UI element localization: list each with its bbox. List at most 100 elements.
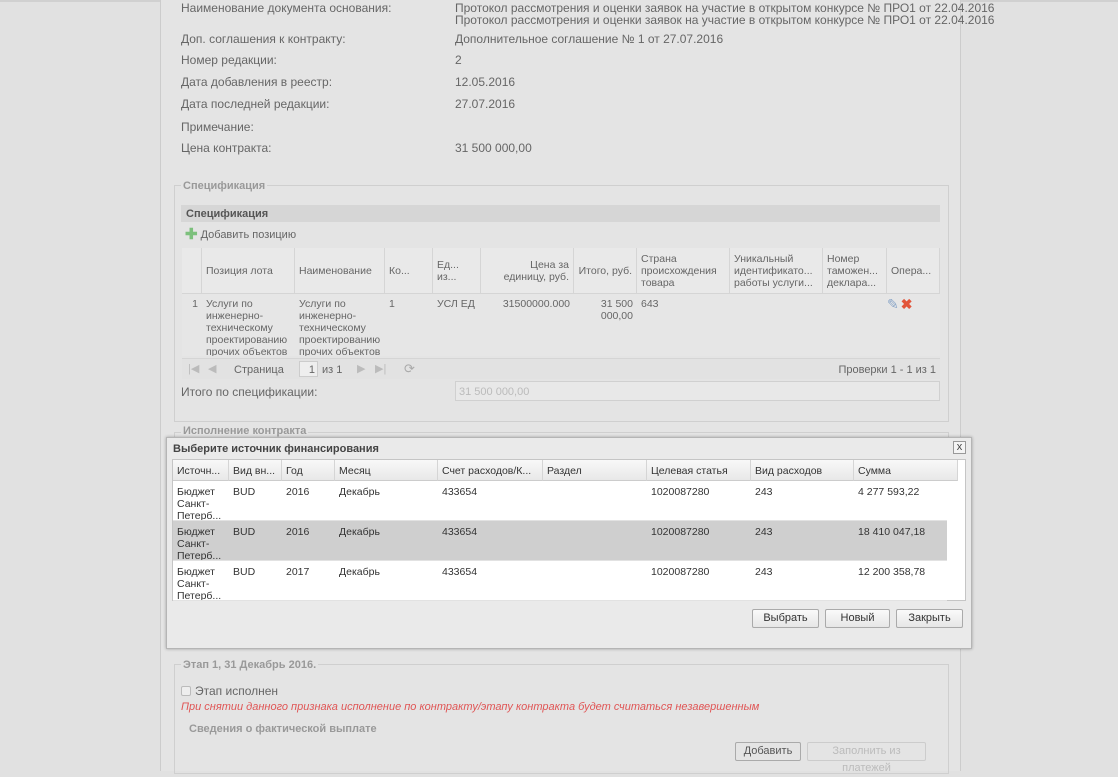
checkbox-label: Этап исполнен	[195, 684, 279, 698]
column-header[interactable]: Год	[282, 460, 335, 481]
funding-cell: 12 200 358,78	[858, 566, 926, 578]
refresh-icon[interactable]: ⟳	[404, 361, 415, 377]
funding-cell: 433654	[442, 526, 478, 538]
column-header[interactable]: Вид расходов	[751, 460, 854, 481]
spec-cell: 31500000.000	[502, 298, 570, 310]
column-header-label: Уникальный идентификато... работы услуги…	[734, 252, 813, 289]
column-header-label: Цена за единицу, руб.	[503, 258, 569, 283]
funding-cell: 243	[755, 526, 773, 538]
column-header[interactable]: Ко...	[385, 248, 433, 294]
spec-cell: 31 500 000,00	[600, 298, 633, 322]
detail-label: Примечание:	[181, 120, 254, 134]
spec-cell: УСЛ ЕД	[437, 298, 475, 310]
detail-value: Протокол рассмотрения и оценки заявок на…	[455, 13, 995, 27]
funding-cell: Бюджет Санкт-Петерб...	[177, 526, 222, 560]
add-position-button[interactable]: ✚ Добавить позицию	[185, 227, 297, 242]
select-button[interactable]: Выбрать	[752, 609, 819, 628]
next-page-icon[interactable]: ▶	[357, 362, 365, 375]
funding-cell	[543, 486, 647, 520]
dialog-title: Выберите источник финансирования	[173, 443, 379, 455]
detail-value: 31 500 000,00	[455, 141, 532, 155]
detail-value: 27.07.2016	[455, 97, 516, 111]
delete-icon[interactable]: ✖	[901, 296, 913, 312]
column-header[interactable]: Раздел	[543, 460, 647, 481]
detail-label: Наименование документа основания:	[181, 1, 392, 15]
spec-total-field: 31 500 000,00	[455, 381, 940, 401]
funding-cell: 18 410 047,18	[858, 526, 926, 538]
funding-cell: BUD	[233, 566, 256, 578]
row-actions: ✎ ✖	[887, 296, 912, 313]
spec-total-label: Итого по спецификации:	[181, 385, 318, 399]
funding-cell: BUD	[233, 526, 256, 538]
funding-cell: BUD	[233, 486, 256, 498]
funding-cell: 433654	[442, 566, 478, 578]
funding-cell	[543, 566, 647, 600]
column-header[interactable]: Целевая статья	[647, 460, 751, 481]
column-header[interactable]: Цена за единицу, руб.	[481, 248, 574, 294]
detail-label: Цена контракта:	[181, 141, 272, 155]
spec-cell	[730, 298, 823, 356]
funding-row[interactable]: Бюджет Санкт-Петерб... BUD 2017 Декабрь 4336…	[173, 561, 947, 601]
pager-summary: Проверки 1 - 1 из 1	[838, 364, 936, 376]
funding-grid: Источн... Вид вн... Год Месяц Счет расходов/…	[172, 459, 966, 601]
funding-cell: 243	[755, 566, 773, 578]
funding-cell: Декабрь	[339, 566, 380, 578]
page-label: Страница	[234, 364, 284, 376]
funding-row[interactable]: Бюджет Санкт-Петерб... BUD 2016 Декабрь 4336…	[173, 521, 947, 561]
detail-label: Номер редакции:	[181, 53, 277, 67]
column-header-label: Опера...	[891, 264, 932, 277]
column-header[interactable]: Вид вн...	[229, 460, 282, 481]
spec-cell: 1	[389, 298, 395, 310]
column-header[interactable]: Счет расходов/К...	[438, 460, 543, 481]
funding-cell: 1020087280	[651, 486, 710, 498]
column-header[interactable]: Наименование	[295, 248, 385, 294]
funding-cell: 2016	[286, 486, 310, 498]
column-header-label: Страна происхождения товара	[641, 252, 717, 289]
column-header[interactable]: Опера...	[887, 248, 940, 294]
funding-cell: 2016	[286, 526, 310, 538]
funding-cell: 243	[755, 486, 773, 498]
close-button[interactable]: Закрыть	[896, 609, 963, 628]
detail-label: Доп. соглашения к контракту:	[181, 32, 346, 46]
page-input[interactable]: 1	[299, 361, 318, 377]
detail-label: Дата добавления в реестр:	[181, 75, 333, 89]
new-button[interactable]: Новый	[825, 609, 890, 628]
payments-title: Сведения о фактической выплате	[189, 723, 377, 735]
stage-legend: Этап 1, 31 Декабрь 2016.	[181, 659, 319, 671]
spec-cell: Услуги по инженерно-техническому проекти…	[299, 298, 381, 356]
column-header[interactable]: Ед... из...	[433, 248, 481, 294]
column-header[interactable]: Источн...	[173, 460, 229, 481]
spec-legend: Спецификация	[181, 180, 268, 192]
column-header-label: Ед... из...	[437, 258, 459, 283]
stage-warning: При снятии данного признака исполнение п…	[181, 701, 760, 713]
add-payment-button[interactable]: Добавить	[735, 742, 801, 761]
column-header[interactable]: Уникальный идентификато... работы услуги…	[730, 248, 823, 294]
funding-row[interactable]: Бюджет Санкт-Петерб... BUD 2016 Декабрь 4336…	[173, 481, 947, 521]
last-page-icon[interactable]: ▶|	[375, 362, 386, 375]
spec-grid: Позиция лота Наименование Ко... Ед... из...…	[182, 248, 940, 356]
column-header[interactable]	[182, 248, 202, 294]
funding-cell: 1020087280	[651, 526, 710, 538]
dialog-close-button[interactable]: x	[953, 441, 966, 454]
column-header[interactable]: Итого, руб.	[574, 248, 637, 294]
page-of: из 1	[322, 364, 343, 376]
spec-cell	[823, 298, 887, 356]
funding-cell: Декабрь	[339, 486, 380, 498]
detail-label: Дата последней редакции:	[181, 97, 330, 111]
column-header[interactable]: Номер таможен... деклара...	[823, 248, 887, 294]
column-header[interactable]: Страна происхождения товара	[637, 248, 730, 294]
checkbox-box[interactable]	[181, 686, 191, 696]
add-position-label: Добавить позицию	[200, 229, 297, 241]
funding-cell: Бюджет Санкт-Петерб...	[177, 486, 222, 520]
prev-page-icon[interactable]: ◀	[208, 362, 216, 375]
first-page-icon[interactable]: |◀	[188, 362, 199, 375]
column-header-label: Номер таможен... деклара...	[827, 252, 878, 289]
column-header[interactable]: Сумма	[854, 460, 958, 481]
edit-icon[interactable]: ✎	[887, 296, 899, 312]
fill-from-payments-button[interactable]: Заполнить из платежей	[807, 742, 926, 774]
column-header[interactable]: Позиция лота	[202, 248, 295, 294]
column-header[interactable]: Месяц	[335, 460, 438, 481]
stage-complete-checkbox[interactable]: Этап исполнен	[181, 684, 278, 698]
funding-cell: Декабрь	[339, 526, 380, 538]
funding-cell: 4 277 593,22	[858, 486, 920, 498]
